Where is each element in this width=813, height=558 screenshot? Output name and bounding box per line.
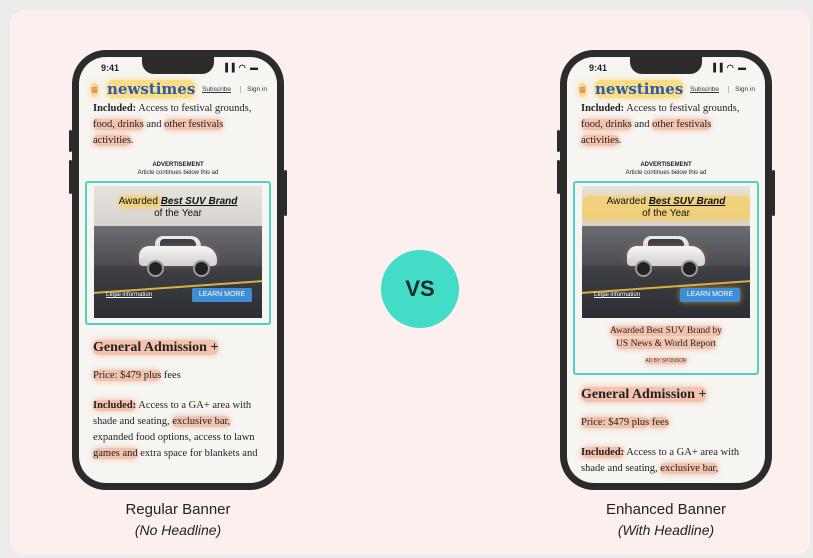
article-intro-text: Included: Access to festival grounds, fo… (93, 103, 252, 146)
phone-regular-banner: 9:41 ▐▐ ◠ ▬ ≡ newstimes Subscribe Sign i… (69, 50, 287, 490)
ad-headline-text[interactable]: Awarded Best SUV Brand by US News & Worl… (575, 325, 757, 351)
suv-car-image (135, 236, 221, 277)
phone-screen[interactable]: 9:41 ▐▐ ◠ ▬ ≡ newstimes Subscribe Sign i… (79, 57, 277, 483)
section-heading: General Admission + (581, 387, 707, 402)
ad-sponsor-byline: AD BY SPONSOR (645, 358, 687, 364)
signal-wifi-battery-icon: ▐▐ ◠ ▬ (222, 63, 259, 72)
section-heading: General Admission + (93, 340, 219, 355)
comparison-canvas: 9:41 ▐▐ ◠ ▬ ≡ newstimes Subscribe Sign i… (10, 10, 810, 555)
signal-wifi-battery-icon: ▐▐ ◠ ▬ (710, 63, 747, 72)
ad-title: Awarded Best SUV Brand of the Year (582, 196, 750, 220)
status-time: 9:41 (589, 63, 608, 73)
advertisement-label: ADVERTISEMENT Article continues below th… (625, 162, 707, 176)
status-time: 9:41 (101, 63, 120, 73)
article-intro-text: Included: Access to festival grounds, fo… (581, 103, 740, 146)
legal-information-link[interactable]: Legal information (106, 292, 152, 298)
phone-enhanced-banner: 9:41 ▐▐ ◠ ▬ ≡ newstimes Subscribe Sign i… (557, 50, 775, 490)
site-logo[interactable]: newstimes (107, 80, 196, 98)
hamburger-menu-icon[interactable]: ≡ (91, 83, 99, 97)
ad-creative[interactable]: Awarded Best SUV Brand of the Year Legal… (582, 186, 750, 318)
caption-regular: Regular Banner (No Headline) (125, 501, 231, 538)
article-body-text: Price: $479 plus fees Included: Access t… (581, 417, 740, 474)
ad-creative[interactable]: Awarded Best SUV Brand of the Year Legal… (94, 186, 262, 318)
hamburger-menu-icon[interactable]: ≡ (579, 83, 587, 97)
learn-more-button[interactable]: LEARN MORE (680, 288, 740, 302)
site-logo[interactable]: newstimes (595, 80, 684, 98)
sign-in-link[interactable]: Sign in (728, 86, 755, 93)
ad-banner-regular[interactable]: Awarded Best SUV Brand of the Year Legal… (85, 181, 271, 325)
suv-car-image (623, 236, 709, 277)
ad-banner-enhanced[interactable]: Awarded Best SUV Brand of the Year Legal… (573, 181, 759, 375)
phone-screen[interactable]: 9:41 ▐▐ ◠ ▬ ≡ newstimes Subscribe Sign i… (567, 57, 765, 483)
site-header: ≡ newstimes Subscribe Sign in (79, 80, 277, 101)
caption-enhanced: Enhanced Banner (With Headline) (605, 501, 727, 538)
advertisement-label: ADVERTISEMENT Article continues below th… (137, 162, 219, 176)
vs-badge: VS (381, 250, 459, 328)
sign-in-link[interactable]: Sign in (240, 86, 267, 93)
subscribe-link[interactable]: Subscribe (690, 86, 719, 93)
ad-title: Awarded Best SUV Brand of the Year (118, 196, 238, 219)
learn-more-button[interactable]: LEARN MORE (192, 288, 252, 302)
article-body-text: Price: $479 plus fees Included: Access t… (93, 370, 258, 459)
site-header: ≡ newstimes Subscribe Sign in (567, 80, 765, 101)
legal-information-link[interactable]: Legal information (594, 292, 640, 298)
subscribe-link[interactable]: Subscribe (202, 86, 231, 93)
